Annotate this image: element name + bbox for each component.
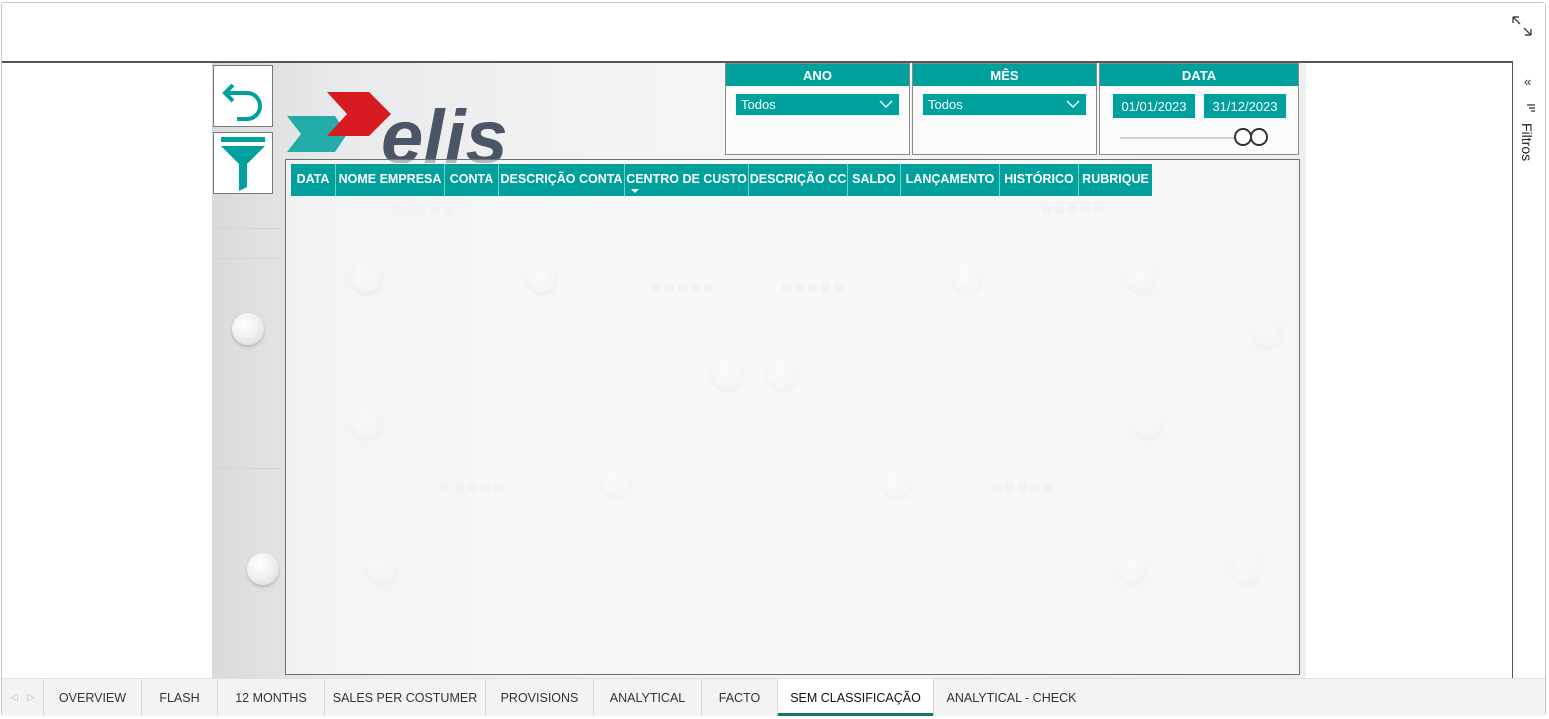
column-header-rubrique[interactable]: RUBRIQUE: [1079, 164, 1152, 196]
undo-arrow-icon: [222, 83, 262, 121]
decor-line: [212, 258, 282, 259]
filter-icon: [221, 137, 265, 191]
slider-end-handle[interactable]: [1250, 128, 1268, 146]
tab-scroll-arrows: ◁ ▷: [2, 679, 44, 716]
slicer-data: DATA 01/01/2023 31/12/2023: [1099, 63, 1299, 155]
filters-pane[interactable]: « Filtros: [1512, 61, 1545, 678]
chevron-down-icon: [879, 100, 893, 108]
tab-analytical-check[interactable]: ANALYTICAL - CHECK: [934, 679, 1089, 716]
filter-button[interactable]: [213, 132, 273, 194]
chevron-down-icon: [1066, 100, 1080, 108]
report-page-frame: elis ANO Todos MÊS Todos DATA 01/01/2023…: [2, 61, 1545, 680]
column-header-saldo[interactable]: SALDO: [848, 164, 901, 196]
column-header-centro-de-custo[interactable]: CENTRO DE CUSTO: [625, 164, 749, 196]
column-header-lancamento[interactable]: LANÇAMENTO: [901, 164, 1000, 196]
tab-overview[interactable]: OVERVIEW: [44, 679, 142, 716]
slicer-data-title: DATA: [1100, 64, 1298, 86]
tab-sales-per-costumer[interactable]: SALES PER COSTUMER: [325, 679, 486, 716]
decor-knob: [232, 313, 264, 345]
table-header-row: DATA NOME EMPRESA CONTA DESCRIÇÃO CONTA …: [291, 164, 1152, 196]
column-header-conta[interactable]: CONTA: [445, 164, 499, 196]
collapse-pane-icon[interactable]: «: [1524, 74, 1531, 89]
expand-icon[interactable]: [1511, 15, 1533, 37]
decor-line: [212, 468, 282, 469]
column-header-historico[interactable]: HISTÓRICO: [1000, 164, 1079, 196]
top-bar: [2, 3, 1545, 61]
ano-dropdown-value: Todos: [741, 97, 776, 112]
svg-text:elis: elis: [381, 95, 508, 163]
tab-analytical[interactable]: ANALYTICAL: [594, 679, 702, 716]
tab-12-months[interactable]: 12 MONTHS: [218, 679, 325, 716]
end-date-input[interactable]: 31/12/2023: [1203, 93, 1287, 119]
filter-icon: [1527, 104, 1535, 112]
decor-knob: [247, 553, 279, 585]
report-window: elis ANO Todos MÊS Todos DATA 01/01/2023…: [1, 2, 1546, 716]
mes-dropdown[interactable]: Todos: [922, 93, 1087, 116]
filters-label: Filtros: [1519, 123, 1535, 162]
page-tab-bar: ◁ ▷ OVERVIEW FLASH 12 MONTHS SALES PER C…: [2, 678, 1545, 716]
tab-provisions[interactable]: PROVISIONS: [486, 679, 594, 716]
report-canvas: elis ANO Todos MÊS Todos DATA 01/01/2023…: [212, 63, 1306, 679]
sort-descending-icon: [631, 189, 639, 193]
column-header-centro-de-custo-label: CENTRO DE CUSTO: [626, 172, 747, 186]
mes-dropdown-value: Todos: [928, 97, 963, 112]
ano-dropdown[interactable]: Todos: [735, 93, 900, 116]
tab-facto[interactable]: FACTO: [702, 679, 778, 716]
slicer-mes-title: MÊS: [913, 64, 1096, 86]
tab-scroll-right-icon[interactable]: ▷: [28, 692, 35, 703]
column-header-descricao-conta[interactable]: DESCRIÇÃO CONTA: [499, 164, 625, 196]
column-header-nome-empresa[interactable]: NOME EMPRESA: [336, 164, 445, 196]
slicer-ano-title: ANO: [726, 64, 909, 86]
slicer-ano: ANO Todos: [725, 63, 910, 155]
table-visual: DATA NOME EMPRESA CONTA DESCRIÇÃO CONTA …: [285, 159, 1300, 675]
tab-scroll-left-icon[interactable]: ◁: [11, 692, 18, 703]
tab-sem-classificacao[interactable]: SEM CLASSIFICAÇÃO: [778, 679, 934, 716]
start-date-input[interactable]: 01/01/2023: [1112, 93, 1196, 119]
elis-logo: elis: [287, 92, 508, 163]
slicer-mes: MÊS Todos: [912, 63, 1097, 155]
back-button[interactable]: [213, 65, 273, 127]
column-header-descricao-cc[interactable]: DESCRIÇÃO CC: [749, 164, 848, 196]
decor-line: [212, 228, 282, 229]
tab-flash[interactable]: FLASH: [142, 679, 218, 716]
column-header-data[interactable]: DATA: [291, 164, 336, 196]
